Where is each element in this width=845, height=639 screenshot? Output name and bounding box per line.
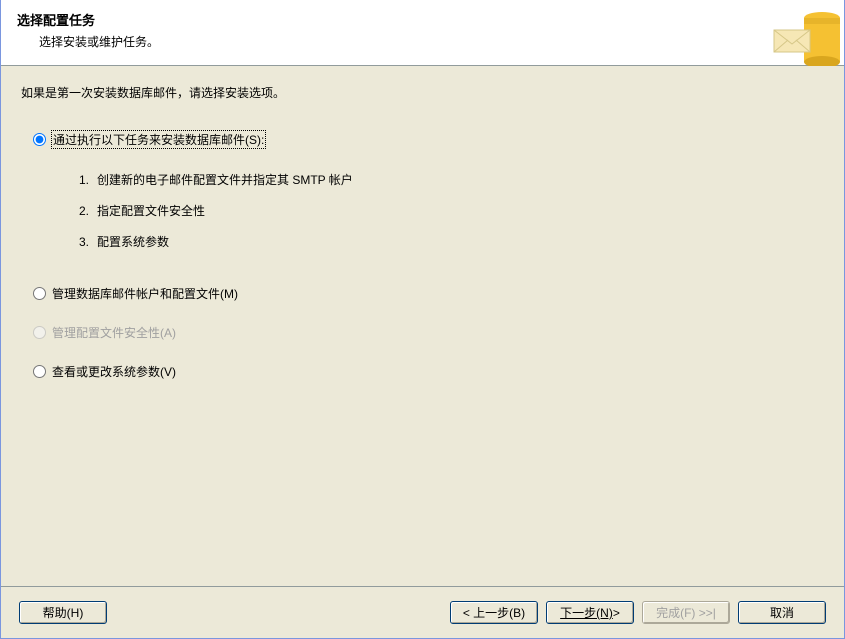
intro-text: 如果是第一次安装数据库邮件，请选择安装选项。 <box>21 84 824 101</box>
option-security-radio <box>33 326 46 339</box>
option-manage-label: 管理数据库邮件帐户和配置文件(M) <box>52 285 238 302</box>
help-button[interactable]: 帮助(H) <box>19 601 107 624</box>
option-install[interactable]: 通过执行以下任务来安装数据库邮件(S): <box>33 131 824 148</box>
database-mail-icon <box>772 0 844 66</box>
option-security-label: 管理配置文件安全性(A) <box>52 324 176 341</box>
option-install-label: 通过执行以下任务来安装数据库邮件(S): <box>52 131 265 148</box>
option-manage[interactable]: 管理数据库邮件帐户和配置文件(M) <box>33 285 824 302</box>
next-button[interactable]: 下一步(N) > <box>546 601 634 624</box>
option-manage-radio[interactable] <box>33 287 46 300</box>
content-area: 如果是第一次安装数据库邮件，请选择安装选项。 通过执行以下任务来安装数据库邮件(… <box>1 66 844 586</box>
install-step-2: 2.指定配置文件安全性 <box>79 195 824 226</box>
page-title: 选择配置任务 <box>17 10 772 29</box>
wizard-window: 选择配置任务 选择安装或维护任务。 如果是第一次安装数据库邮件，请选择安装选项。… <box>0 0 845 639</box>
option-params-radio[interactable] <box>33 365 46 378</box>
back-button[interactable]: < 上一步(B) <box>450 601 538 624</box>
header: 选择配置任务 选择安装或维护任务。 <box>1 0 844 66</box>
finish-button: 完成(F) >>| <box>642 601 730 624</box>
install-sublist: 1.创建新的电子邮件配置文件并指定其 SMTP 帐户 2.指定配置文件安全性 3… <box>33 160 824 273</box>
install-step-1: 1.创建新的电子邮件配置文件并指定其 SMTP 帐户 <box>79 164 824 195</box>
option-params-label: 查看或更改系统参数(V) <box>52 363 176 380</box>
option-security: 管理配置文件安全性(A) <box>33 324 824 341</box>
cancel-button[interactable]: 取消 <box>738 601 826 624</box>
page-subtitle: 选择安装或维护任务。 <box>17 33 772 50</box>
footer: 帮助(H) < 上一步(B) 下一步(N) > 完成(F) >>| 取消 <box>1 586 844 638</box>
install-step-3: 3.配置系统参数 <box>79 226 824 257</box>
options-group: 通过执行以下任务来安装数据库邮件(S): 1.创建新的电子邮件配置文件并指定其 … <box>21 131 824 380</box>
header-text: 选择配置任务 选择安装或维护任务。 <box>1 0 772 65</box>
option-params[interactable]: 查看或更改系统参数(V) <box>33 363 824 380</box>
option-install-radio[interactable] <box>33 133 46 146</box>
